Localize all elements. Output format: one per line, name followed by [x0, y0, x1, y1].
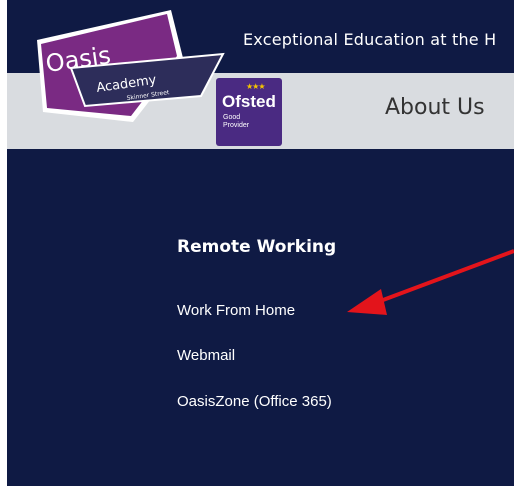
- nav-item-about-us[interactable]: About Us: [385, 95, 485, 120]
- page-frame: Exceptional Education at the H About Us …: [7, 0, 514, 486]
- ofsted-badge-icon: ★★★ Ofsted Good Provider: [216, 78, 282, 146]
- ofsted-stars-icon: ★★★: [246, 82, 265, 91]
- site-tagline: Exceptional Education at the H: [243, 30, 497, 49]
- oasis-academy-logo-icon[interactable]: Oasis Academy Skinner Street: [31, 10, 231, 125]
- link-work-from-home[interactable]: Work From Home: [177, 302, 295, 319]
- ofsted-title: Ofsted: [222, 92, 276, 111]
- link-webmail[interactable]: Webmail: [177, 347, 235, 364]
- link-oasiszone[interactable]: OasisZone (Office 365): [177, 393, 332, 410]
- ofsted-subtitle: Good Provider: [223, 114, 250, 129]
- remote-working-heading: Remote Working: [177, 237, 337, 257]
